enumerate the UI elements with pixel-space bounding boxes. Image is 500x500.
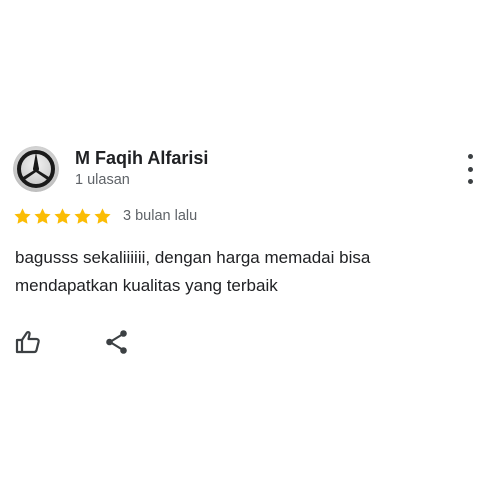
review-card: M Faqih Alfarisi 1 ulasan 3 bulan lalu b… [0, 0, 500, 500]
rating-row: 3 bulan lalu [13, 205, 197, 227]
review-text-line: mendapatkan kualitas yang terbaik [15, 276, 278, 295]
review-text-line: bagusss sekaliiiiii, dengan harga memada… [15, 248, 371, 267]
more-options-button[interactable] [460, 154, 480, 184]
review-count: 1 ulasan [75, 172, 130, 188]
more-vertical-icon-dot [467, 154, 473, 159]
star-icon [54, 207, 71, 224]
star-icon [34, 207, 51, 224]
review-date: 3 bulan lalu [123, 208, 198, 224]
thumbs-up-icon [15, 331, 40, 354]
like-button[interactable] [14, 328, 42, 356]
mercedes-emblem-icon [13, 146, 59, 192]
more-vertical-icon-dot [467, 166, 473, 172]
star-rating [13, 207, 113, 226]
share-icon [106, 330, 127, 354]
review-text: bagusss sekaliiiiii, dengan harga memada… [15, 244, 485, 300]
star-icon [14, 207, 31, 224]
star-icon [94, 207, 111, 224]
star-icon [74, 207, 91, 224]
avatar[interactable] [13, 146, 59, 192]
more-vertical-icon-dot [467, 179, 473, 184]
share-button[interactable] [103, 328, 131, 356]
author-name[interactable]: M Faqih Alfarisi [75, 148, 208, 169]
